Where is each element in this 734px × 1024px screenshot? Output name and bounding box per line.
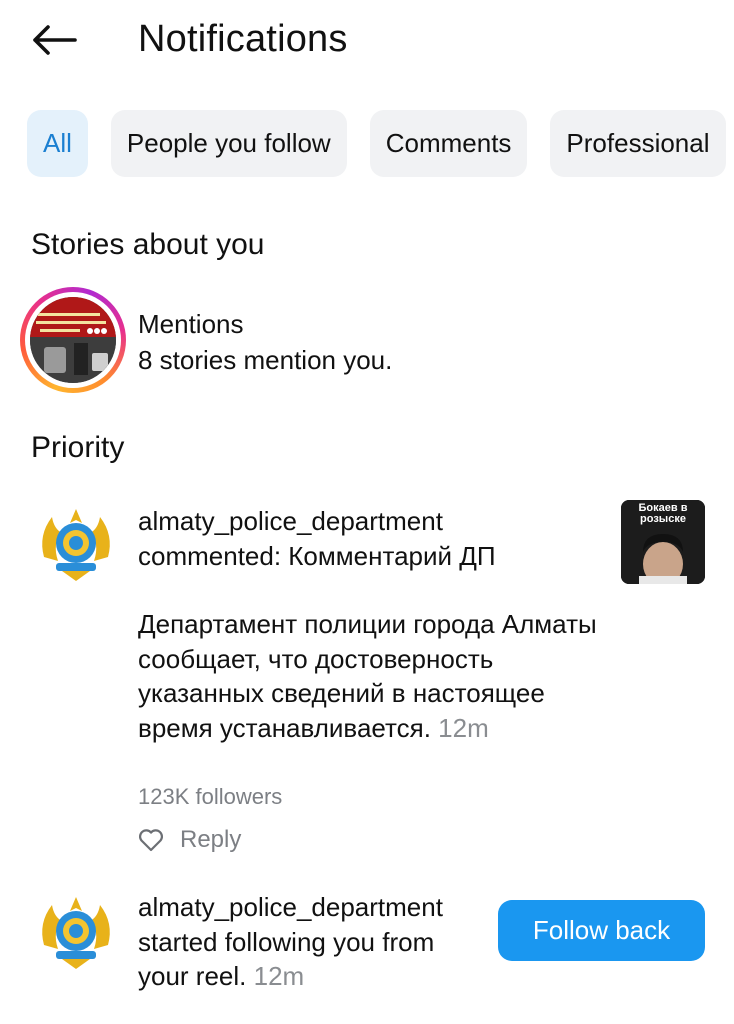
reply-button[interactable]: Reply bbox=[180, 826, 241, 854]
filter-chips: All People you follow Comments Professio… bbox=[27, 110, 734, 177]
mentions-story-thumbnail bbox=[30, 297, 116, 383]
notifications-screen: Notifications All People you follow Comm… bbox=[0, 0, 734, 1024]
stories-section-title: Stories about you bbox=[31, 228, 265, 261]
back-arrow-icon bbox=[33, 25, 77, 55]
mentions-story-ring[interactable] bbox=[20, 287, 126, 393]
followers-count: 123K followers bbox=[138, 784, 283, 809]
post-thumbnail-caption: Бокаев в розыске bbox=[638, 502, 688, 525]
avatar[interactable] bbox=[32, 499, 120, 587]
page-title: Notifications bbox=[138, 18, 348, 60]
police-emblem-icon bbox=[32, 887, 120, 975]
mentions-text[interactable]: Mentions 8 stories mention you. bbox=[138, 306, 392, 378]
notification-action: commented: Комментарий ДП bbox=[138, 540, 496, 571]
follow-back-button[interactable]: Follow back bbox=[498, 900, 705, 961]
police-emblem-icon bbox=[32, 499, 120, 587]
filter-chip-people-you-follow[interactable]: People you follow bbox=[110, 110, 347, 177]
comment-notification-text[interactable]: almaty_police_department commented: Комм… bbox=[138, 504, 608, 745]
story-image-icon bbox=[30, 297, 116, 383]
mentions-subtitle: 8 stories mention you. bbox=[138, 345, 393, 375]
comment-actions: Reply bbox=[138, 826, 241, 854]
filter-chip-comments[interactable]: Comments bbox=[369, 110, 528, 177]
follow-notification-text[interactable]: almaty_police_department started followi… bbox=[138, 890, 478, 994]
notification-username[interactable]: almaty_police_department bbox=[138, 890, 478, 925]
back-button[interactable] bbox=[26, 16, 82, 64]
heart-icon[interactable] bbox=[138, 828, 164, 852]
notification-username[interactable]: almaty_police_department bbox=[138, 504, 608, 539]
post-thumbnail[interactable]: Бокаев в розыске bbox=[621, 500, 705, 584]
mentions-title: Mentions bbox=[138, 309, 244, 339]
filter-chip-all[interactable]: All bbox=[27, 110, 88, 177]
filter-chip-professional[interactable]: Professional bbox=[550, 110, 726, 177]
comment-body: Департамент полиции города Алматы сообща… bbox=[138, 609, 597, 743]
notification-time: 12m bbox=[438, 712, 489, 743]
notification-action: started following you from your reel. 12… bbox=[138, 926, 435, 992]
avatar[interactable] bbox=[32, 887, 120, 975]
header: Notifications bbox=[0, 0, 734, 80]
notification-time: 12m bbox=[253, 961, 305, 991]
priority-section-title: Priority bbox=[31, 431, 125, 464]
